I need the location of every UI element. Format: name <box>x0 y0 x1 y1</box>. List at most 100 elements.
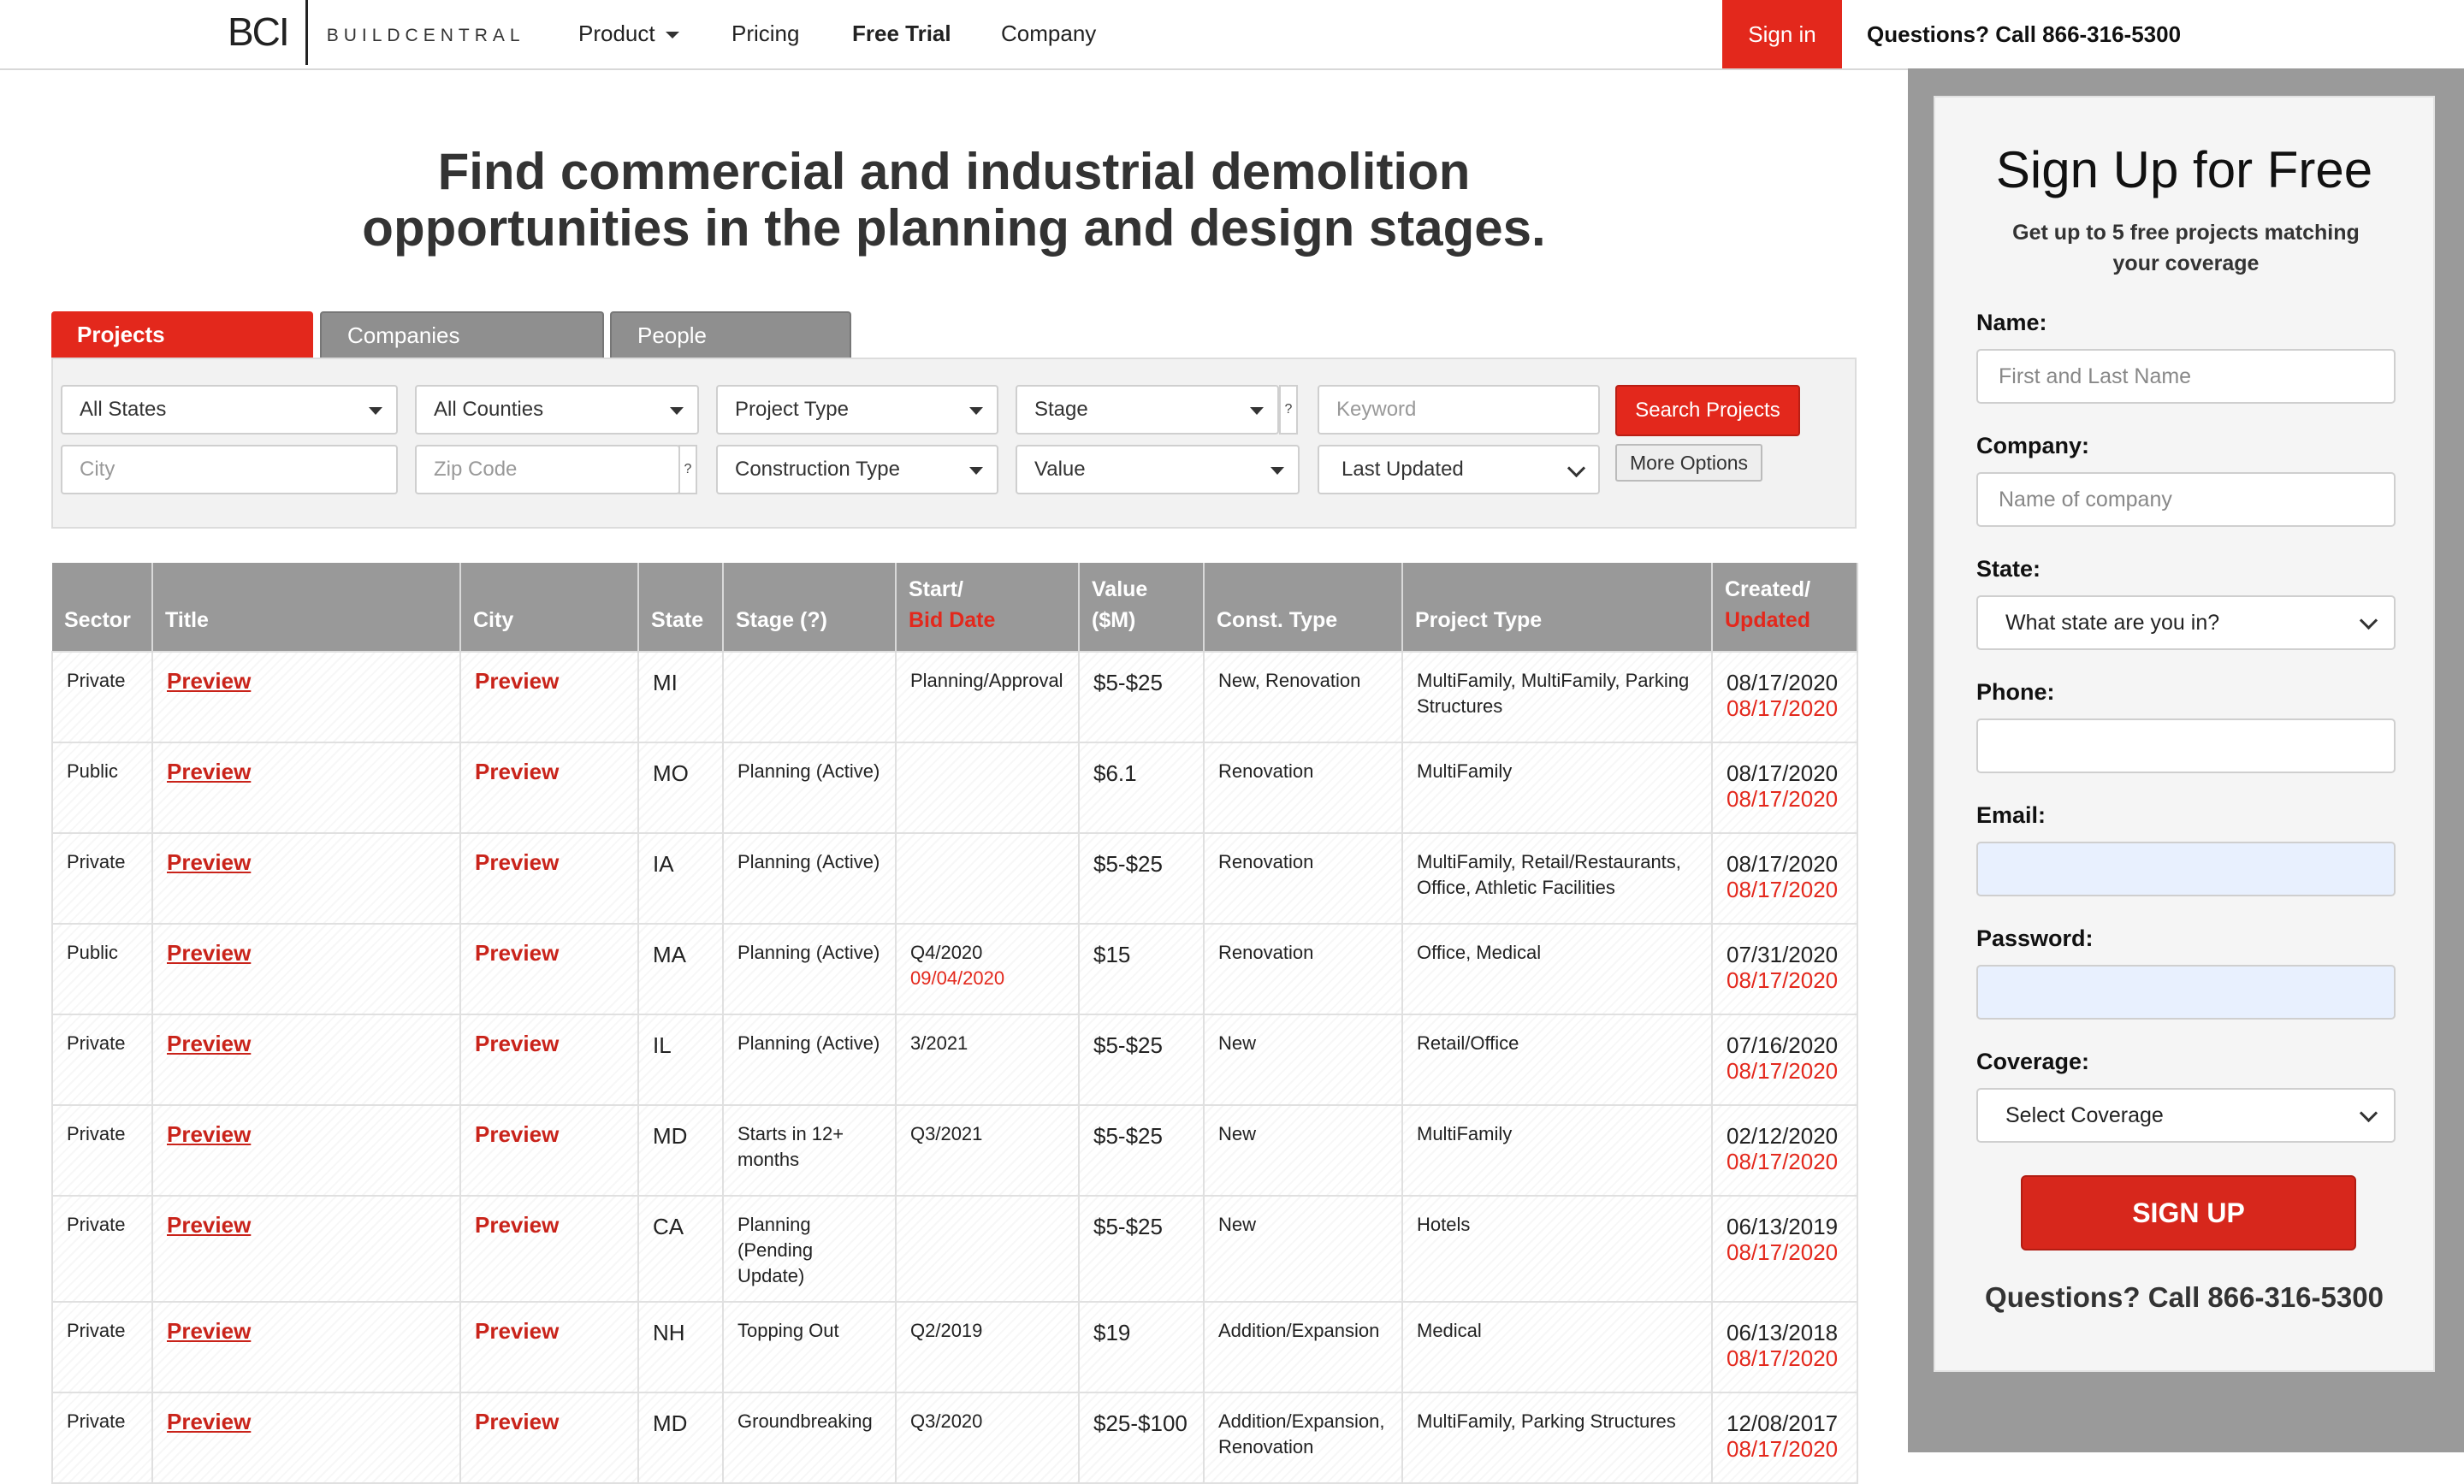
more-options-button[interactable]: More Options <box>1615 444 1762 482</box>
city-input[interactable]: City <box>61 445 398 494</box>
city-preview[interactable]: Preview <box>475 849 559 875</box>
cell-const-type: Renovation <box>1203 832 1403 925</box>
city-preview[interactable]: Preview <box>475 1031 559 1056</box>
project-type-text: MultiFamily, MultiFamily, Parking Struct… <box>1417 670 1690 717</box>
title-preview-link[interactable]: Preview <box>167 849 251 875</box>
city-preview[interactable]: Preview <box>475 1121 559 1147</box>
created-date: 07/31/2020 <box>1727 942 1839 967</box>
cell-start-bid: Q3/2020 <box>895 1392 1080 1484</box>
cell-value: $5-$25 <box>1078 832 1205 925</box>
dropdown-arrow-icon <box>969 407 983 415</box>
city-preview[interactable]: Preview <box>475 1409 559 1434</box>
nav-product[interactable]: Product <box>578 21 679 47</box>
city-preview[interactable]: Preview <box>475 668 559 694</box>
state-dropdown[interactable]: What state are you in? <box>1976 595 2396 650</box>
title-preview-link[interactable]: Preview <box>167 1318 251 1344</box>
cell-title: Preview <box>151 1195 461 1303</box>
const-type-text: New, Renovation <box>1218 670 1361 691</box>
dropdown-arrow-icon <box>369 407 382 415</box>
cell-value: $25-$100 <box>1078 1392 1205 1484</box>
project-type-select[interactable]: Project Type <box>716 385 998 435</box>
col-updated-label: Updated <box>1725 608 1810 632</box>
county-select[interactable]: All Counties <box>415 385 699 435</box>
title-preview-link[interactable]: Preview <box>167 1121 251 1147</box>
col-value[interactable]: Value ($M) <box>1079 563 1205 652</box>
title-preview-link[interactable]: Preview <box>167 1409 251 1434</box>
created-date: 08/17/2020 <box>1727 760 1839 786</box>
cell-project-type: MultiFamily, MultiFamily, Parking Struct… <box>1401 651 1713 743</box>
cell-sector: Private <box>51 832 153 925</box>
title-preview-link[interactable]: Preview <box>167 668 251 694</box>
stage-text: Planning (Pending Update) <box>737 1214 814 1286</box>
title-preview-link[interactable]: Preview <box>167 759 251 784</box>
sign-in-button[interactable]: Sign in <box>1722 0 1842 68</box>
cell-city: Preview <box>459 1104 639 1197</box>
tab-people[interactable]: People <box>610 311 851 358</box>
state-select[interactable]: All States <box>61 385 398 435</box>
cell-const-type: New <box>1203 1014 1403 1106</box>
cell-state: CA <box>637 1195 724 1303</box>
coverage-dropdown[interactable]: Select Coverage <box>1976 1088 2396 1143</box>
stage-select[interactable]: Stage <box>1016 385 1279 435</box>
city-preview[interactable]: Preview <box>475 940 559 966</box>
city-preview[interactable]: Preview <box>475 1212 559 1238</box>
title-preview-link[interactable]: Preview <box>167 1212 251 1238</box>
col-city[interactable]: City <box>460 563 639 652</box>
cell-dates: 07/16/2020 08/17/2020 <box>1711 1014 1858 1106</box>
coverage-dropdown-value: Select Coverage <box>2005 1103 2164 1127</box>
zip-code-input[interactable]: Zip Code <box>415 445 680 494</box>
tab-companies[interactable]: Companies <box>320 311 604 358</box>
cell-dates: 06/13/2019 08/17/2020 <box>1711 1195 1858 1303</box>
cell-const-type: New <box>1203 1195 1403 1303</box>
state-text: IA <box>653 851 674 877</box>
email-field[interactable] <box>1976 842 2396 896</box>
nav-pricing[interactable]: Pricing <box>732 21 799 47</box>
sector-text: Private <box>67 1123 126 1144</box>
col-const-type[interactable]: Const. Type <box>1204 563 1403 652</box>
col-state[interactable]: State <box>638 563 724 652</box>
name-label: Name: <box>1976 310 2047 335</box>
city-preview[interactable]: Preview <box>475 1318 559 1344</box>
sign-up-button[interactable]: SIGN UP <box>2021 1175 2356 1250</box>
project-type-text: MultiFamily <box>1417 1123 1513 1144</box>
value-select[interactable]: Value <box>1016 445 1300 494</box>
cell-sector: Private <box>51 1195 153 1303</box>
created-date: 02/12/2020 <box>1727 1123 1839 1149</box>
title-preview-link[interactable]: Preview <box>167 940 251 966</box>
name-field[interactable]: First and Last Name <box>1976 349 2396 404</box>
city-preview[interactable]: Preview <box>475 759 559 784</box>
table-row: Private Preview Preview IL Planning (Active)… <box>51 1014 1858 1106</box>
state-text: CA <box>653 1214 684 1239</box>
cell-stage <box>722 651 897 743</box>
bci-logo[interactable]: BCI BUILDCENTRAL <box>228 0 525 65</box>
col-created-updated[interactable]: Created/Updated <box>1712 563 1858 652</box>
project-type-text: MultiFamily, Parking Structures <box>1417 1410 1676 1432</box>
col-project-type[interactable]: Project Type <box>1402 563 1713 652</box>
const-type-text: Addition/Expansion, Renovation <box>1218 1410 1385 1457</box>
phone-field[interactable] <box>1976 718 2396 773</box>
state-dropdown-value: What state are you in? <box>2005 610 2220 635</box>
col-title[interactable]: Title <box>152 563 461 652</box>
search-projects-button[interactable]: Search Projects <box>1615 385 1800 436</box>
password-field[interactable] <box>1976 965 2396 1020</box>
project-type-text: MultiFamily <box>1417 760 1513 782</box>
sort-select[interactable]: Last Updated <box>1318 445 1600 494</box>
col-start-bid[interactable]: Start/Bid Date <box>896 563 1080 652</box>
state-text: MD <box>653 1410 688 1436</box>
updated-date: 08/17/2020 <box>1727 786 1839 812</box>
title-preview-link[interactable]: Preview <box>167 1031 251 1056</box>
stage-help-icon[interactable]: ? <box>1279 385 1298 435</box>
construction-type-select[interactable]: Construction Type <box>716 445 998 494</box>
county-select-value: All Counties <box>434 398 544 421</box>
keyword-input[interactable]: Keyword <box>1318 385 1600 435</box>
chevron-down-icon <box>2359 611 2378 630</box>
nav-free-trial[interactable]: Free Trial <box>852 21 951 47</box>
col-sector[interactable]: Sector <box>52 563 153 652</box>
col-stage[interactable]: Stage (?) <box>723 563 897 652</box>
company-field[interactable]: Name of company <box>1976 472 2396 527</box>
zip-help-icon[interactable]: ? <box>678 445 697 494</box>
tab-projects[interactable]: Projects <box>51 311 313 358</box>
nav-company[interactable]: Company <box>1001 21 1096 47</box>
cell-title: Preview <box>151 651 461 743</box>
cell-value: $19 <box>1078 1301 1205 1393</box>
